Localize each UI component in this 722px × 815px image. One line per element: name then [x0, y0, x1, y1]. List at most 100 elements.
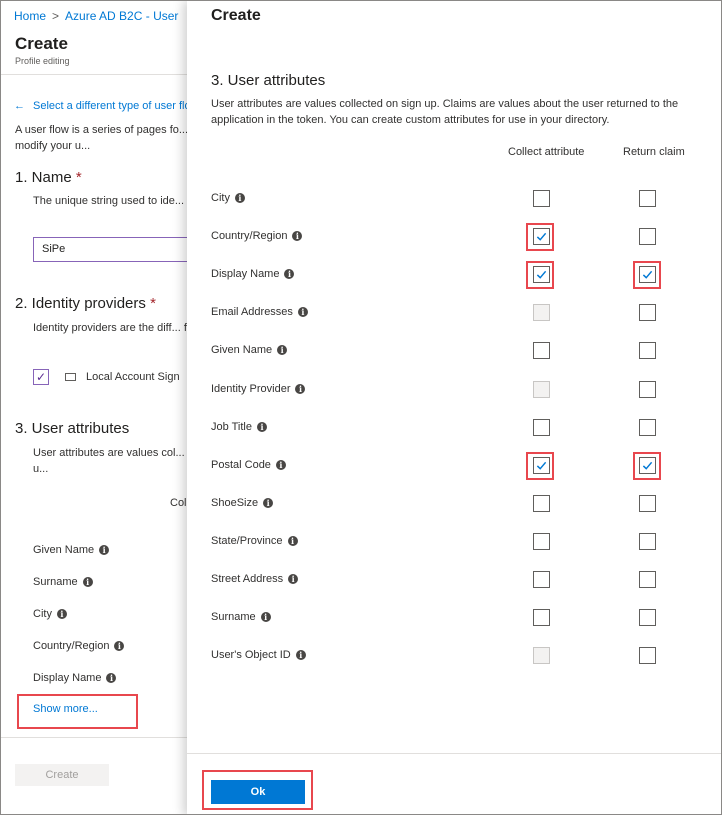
idp-label: Local Account Sign — [86, 371, 180, 383]
attribute-label-text: State/Province — [211, 535, 283, 547]
info-icon[interactable]: i — [56, 609, 67, 619]
info-icon[interactable]: i — [114, 641, 125, 651]
attribute-label: Surname i — [211, 611, 271, 623]
return-claim-checkbox[interactable] — [639, 228, 656, 245]
attribute-label: Job Title i — [211, 421, 267, 433]
required-marker: * — [75, 169, 82, 186]
return-claim-checkbox[interactable] — [639, 304, 656, 321]
attribute-row: Street Address i — [211, 571, 691, 591]
collect-attribute-checkbox — [533, 381, 550, 398]
collect-attribute-checkbox — [533, 647, 550, 664]
return-claim-checkbox[interactable] — [639, 419, 656, 436]
attribute-label: ShoeSize i — [211, 497, 274, 509]
attribute-label-text: Postal Code — [211, 459, 271, 471]
attribute-row: Display Name i — [211, 266, 691, 286]
attribute-label-text: Job Title — [211, 421, 252, 433]
info-icon[interactable]: i — [260, 612, 271, 622]
attribute-row: Postal Code i — [211, 457, 691, 477]
collect-attribute-checkbox[interactable] — [533, 609, 550, 626]
highlight-box — [633, 452, 661, 480]
collect-attribute-checkbox[interactable] — [533, 190, 550, 207]
attribute-row: Country/Region i — [211, 228, 691, 248]
collect-attribute-checkbox[interactable] — [533, 342, 550, 359]
return-claim-checkbox[interactable] — [639, 609, 656, 626]
attribute-row: Country/Region i — [33, 640, 125, 652]
highlight-box — [526, 261, 554, 289]
attribute-label-text: ShoeSize — [211, 497, 259, 509]
panel-description: User attributes are values collected on … — [211, 98, 679, 126]
collect-attribute-checkbox — [533, 304, 550, 321]
required-marker: * — [150, 295, 156, 312]
attribute-label-text: Given Name — [211, 344, 273, 356]
attribute-label-text: User's Object ID — [211, 649, 291, 661]
info-icon[interactable]: i — [284, 269, 295, 279]
name-section-title: 1. Name * — [15, 169, 82, 186]
info-icon[interactable]: i — [275, 460, 286, 470]
return-claim-checkbox[interactable] — [639, 381, 656, 398]
info-icon[interactable]: i — [295, 650, 306, 660]
info-icon[interactable]: i — [287, 536, 298, 546]
divider — [187, 753, 721, 754]
highlight-box — [526, 452, 554, 480]
attribute-label: Postal Code i — [211, 459, 286, 471]
back-link[interactable]: ← Select a different type of user flow — [14, 100, 187, 112]
breadcrumb-b2c[interactable]: Azure AD B2C - User — [65, 9, 178, 23]
attribute-row: City i — [211, 190, 691, 210]
idp-local-account: ✓ Local Account Sign — [33, 369, 180, 385]
info-icon[interactable]: i — [99, 545, 110, 555]
attribute-label: Country/Region — [33, 640, 110, 652]
info-icon[interactable]: i — [106, 673, 117, 683]
back-link-label: Select a different type of user flow — [33, 100, 187, 112]
info-icon[interactable]: i — [82, 577, 93, 587]
return-claim-checkbox[interactable] — [639, 571, 656, 588]
return-claim-checkbox[interactable] — [639, 495, 656, 512]
intro-text: A user flow is a series of pages fo... r… — [15, 124, 187, 152]
attribute-label-text: Display Name — [211, 268, 280, 280]
collect-attribute-checkbox[interactable] — [533, 419, 550, 436]
collect-column-header: Col — [170, 497, 187, 509]
return-claim-checkbox[interactable] — [639, 342, 656, 359]
info-icon[interactable]: i — [297, 307, 308, 317]
page-title: Create — [15, 34, 68, 53]
info-icon[interactable]: i — [295, 384, 306, 394]
attribute-label: Display Name i — [211, 268, 295, 280]
return-claim-checkbox[interactable] — [639, 190, 656, 207]
info-icon[interactable]: i — [292, 231, 303, 241]
collect-column-header: Collect attribute — [508, 146, 585, 158]
info-icon[interactable]: i — [277, 345, 288, 355]
idp-checkbox[interactable]: ✓ — [33, 369, 49, 385]
info-icon[interactable]: i — [288, 574, 299, 584]
attribute-row: Job Title i — [211, 419, 691, 439]
attribute-label-text: Country/Region — [211, 230, 288, 242]
attribute-label: City — [33, 608, 52, 620]
highlight-box — [202, 770, 313, 810]
attribute-label: User's Object ID i — [211, 649, 306, 661]
return-column-header: Return claim — [623, 146, 685, 158]
collect-attribute-checkbox[interactable] — [533, 533, 550, 550]
info-icon[interactable]: i — [263, 498, 274, 508]
create-blade-background: Home > Azure AD B2C - User Create Profile … — [1, 1, 187, 814]
mail-icon — [65, 373, 76, 381]
arrow-left-icon: ← — [14, 100, 25, 112]
panel-section-title: 3. User attributes — [211, 72, 326, 89]
attribute-label: State/Province i — [211, 535, 298, 547]
breadcrumb: Home > Azure AD B2C - User — [14, 9, 178, 23]
idp-section-desc: Identity providers are the diff... for a… — [33, 322, 187, 334]
collect-attribute-checkbox[interactable] — [533, 571, 550, 588]
collect-attribute-checkbox[interactable] — [533, 495, 550, 512]
panel-title: Create — [211, 7, 261, 24]
name-input[interactable]: SiPe — [33, 237, 187, 262]
create-button[interactable]: Create — [15, 764, 109, 786]
attribute-label: Surname — [33, 576, 78, 588]
return-claim-checkbox[interactable] — [639, 647, 656, 664]
return-claim-checkbox[interactable] — [639, 533, 656, 550]
highlight-box — [526, 223, 554, 251]
user-attributes-panel: Create 3. User attributes User attribute… — [187, 1, 721, 814]
attribute-label-text: Surname — [211, 611, 256, 623]
info-icon[interactable]: i — [234, 193, 245, 203]
info-icon[interactable]: i — [256, 422, 267, 432]
attribute-label-text: Street Address — [211, 573, 284, 585]
attribute-row: Given Name i — [33, 544, 110, 556]
idp-section-label: 2. Identity providers — [15, 295, 146, 312]
breadcrumb-home[interactable]: Home — [14, 9, 46, 23]
